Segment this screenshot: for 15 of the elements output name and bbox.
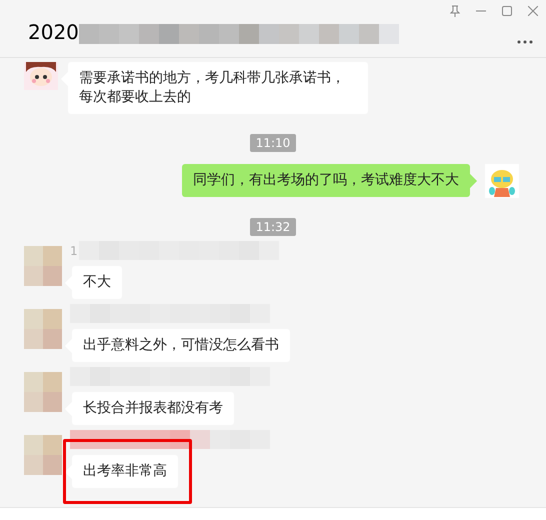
more-icon[interactable] [517,40,533,44]
avatar [24,309,62,349]
window-title: 2020 [28,20,79,44]
maximize-icon[interactable] [502,6,512,16]
input-area[interactable] [0,507,546,520]
avatar [485,164,519,198]
avatar [24,435,62,475]
avatar [24,246,62,286]
timestamp: 11:10 [250,134,296,152]
pin-icon[interactable] [450,5,460,17]
timestamp: 11:32 [250,218,296,236]
close-icon[interactable] [528,6,538,16]
avatar [24,372,62,412]
sender-name: 1 [70,242,78,260]
avatar [24,62,58,90]
